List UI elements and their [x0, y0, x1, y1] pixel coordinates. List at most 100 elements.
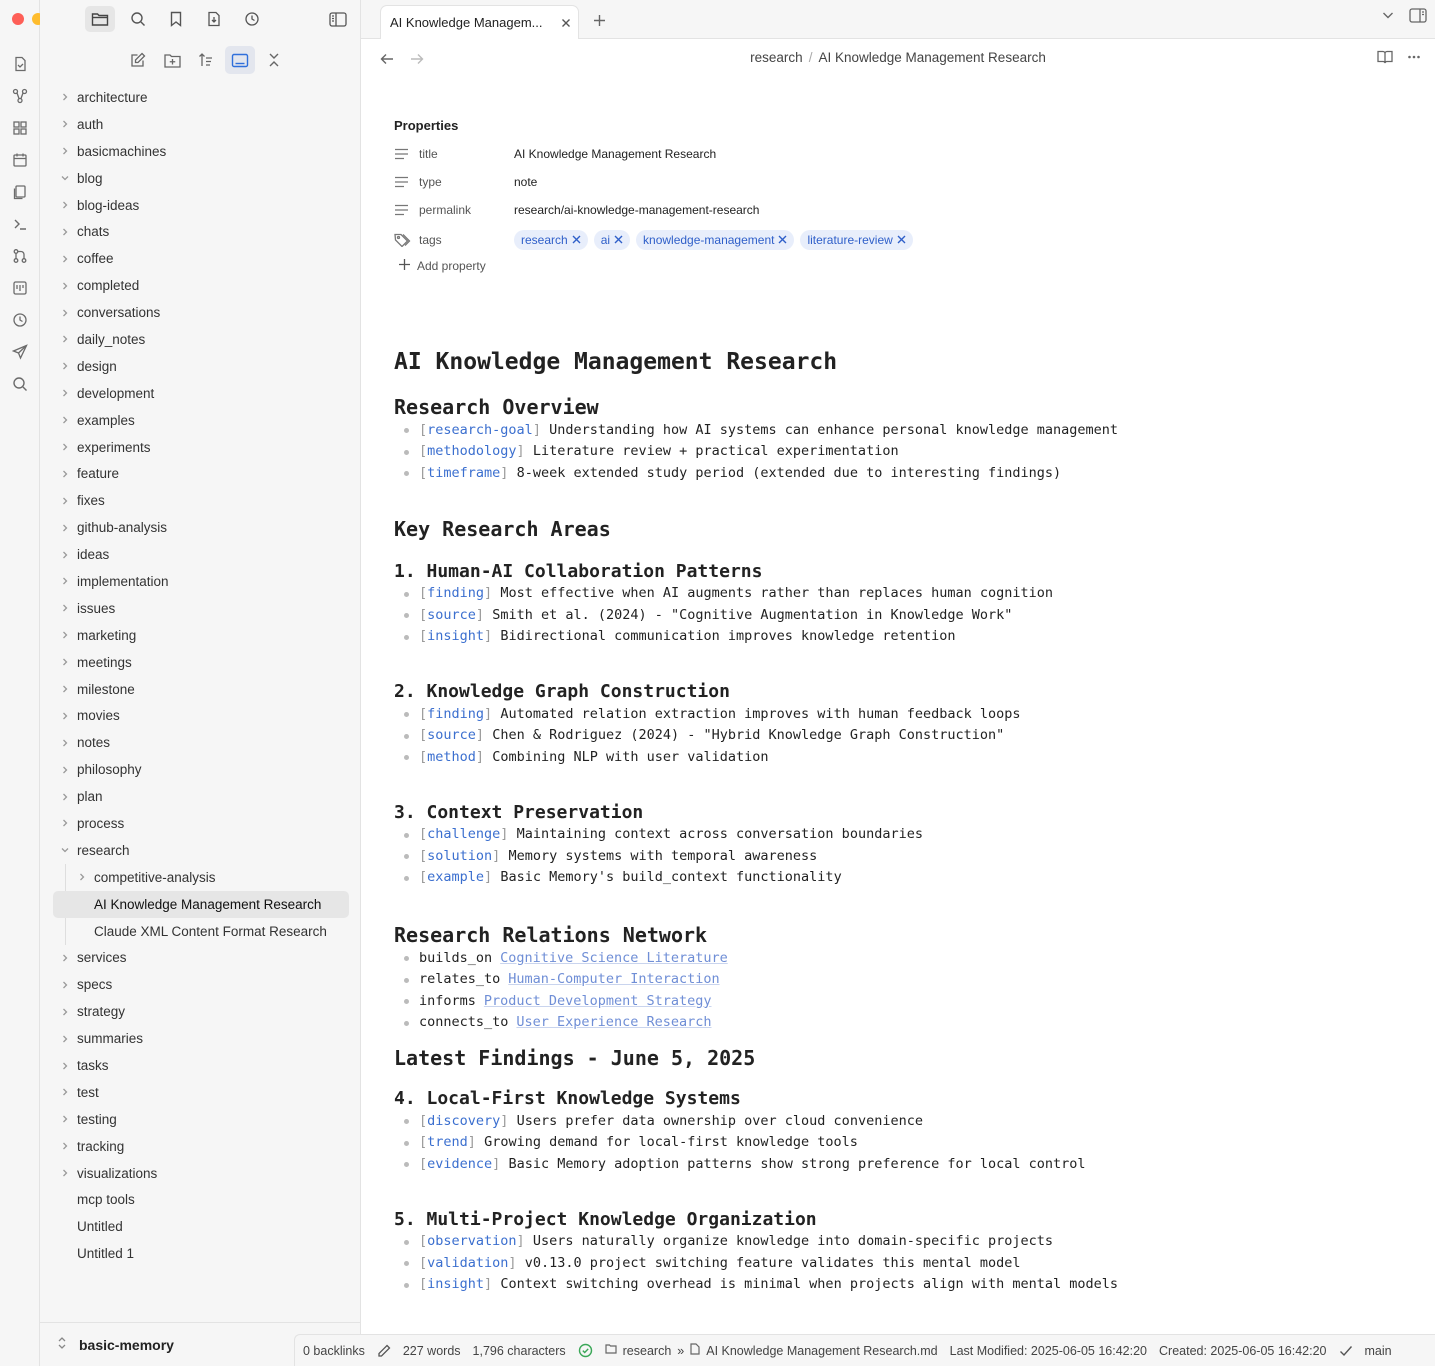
- toggle-left-sidebar-icon[interactable]: [323, 6, 353, 32]
- folder-github-analysis[interactable]: github-analysis: [53, 514, 349, 541]
- property-key[interactable]: permalink: [419, 203, 514, 217]
- canvas-icon[interactable]: [0, 112, 40, 144]
- open-quick-switcher-icon[interactable]: [0, 48, 40, 80]
- tag-pill[interactable]: ai: [593, 229, 631, 250]
- wiki-link[interactable]: Cognitive Science Literature: [500, 950, 728, 966]
- new-note-icon[interactable]: [123, 46, 153, 74]
- kanban-icon[interactable]: [0, 272, 40, 304]
- search-icon[interactable]: [0, 368, 40, 400]
- folder-movies[interactable]: movies: [53, 702, 349, 729]
- editing-mode-pencil-icon[interactable]: [377, 1344, 391, 1358]
- remove-tag-close-icon[interactable]: [778, 233, 787, 247]
- breadcrumb-folder[interactable]: research: [750, 50, 803, 65]
- folder-summaries[interactable]: summaries: [53, 1025, 349, 1052]
- folder-blog[interactable]: blog: [53, 165, 349, 192]
- new-tab-plus-icon[interactable]: [587, 8, 611, 32]
- folder-tasks[interactable]: tasks: [53, 1052, 349, 1079]
- auto-reveal-icon[interactable]: [225, 46, 255, 74]
- folder-marketing[interactable]: marketing: [53, 622, 349, 649]
- folder-tracking[interactable]: tracking: [53, 1133, 349, 1160]
- folder-design[interactable]: design: [53, 353, 349, 380]
- git-branch-name[interactable]: main: [1365, 1344, 1392, 1358]
- properties-heading[interactable]: Properties: [394, 118, 1404, 133]
- sort-order-icon[interactable]: [191, 46, 221, 74]
- graph-view-icon[interactable]: [0, 80, 40, 112]
- git-checkmark-icon[interactable]: [1339, 1345, 1353, 1357]
- folder-process[interactable]: process: [53, 810, 349, 837]
- backlinks-count[interactable]: 0 backlinks: [303, 1344, 365, 1358]
- folder-specs[interactable]: specs: [53, 971, 349, 998]
- file-untitled[interactable]: Untitled: [53, 1213, 349, 1240]
- folder-experiments[interactable]: experiments: [53, 434, 349, 461]
- send-icon[interactable]: [0, 336, 40, 368]
- remove-tag-close-icon[interactable]: [897, 233, 906, 247]
- recent-files-tab-icon[interactable]: [237, 6, 267, 32]
- close-icon[interactable]: [554, 18, 578, 28]
- folder-development[interactable]: development: [53, 380, 349, 407]
- remove-tag-close-icon[interactable]: [614, 233, 623, 247]
- folder-conversations[interactable]: conversations: [53, 299, 349, 326]
- folder-coffee[interactable]: coffee: [53, 245, 349, 272]
- calendar-icon[interactable]: [0, 144, 40, 176]
- folder-plan[interactable]: plan: [53, 783, 349, 810]
- folder-testing[interactable]: testing: [53, 1106, 349, 1133]
- folder-test[interactable]: test: [53, 1079, 349, 1106]
- property-value[interactable]: AI Knowledge Management Research: [514, 147, 716, 161]
- toggle-right-sidebar-icon[interactable]: [1409, 8, 1427, 28]
- tag-pill[interactable]: research: [514, 229, 588, 250]
- folder-competitive-analysis[interactable]: competitive-analysis: [53, 864, 349, 891]
- terminal-icon[interactable]: [0, 208, 40, 240]
- more-options-icon[interactable]: [1407, 50, 1421, 69]
- note-body[interactable]: AI Knowledge Management Research Researc…: [394, 345, 1404, 1295]
- property-key[interactable]: tags: [419, 233, 514, 247]
- folder-fixes[interactable]: fixes: [53, 487, 349, 514]
- tag-pill[interactable]: knowledge-management: [636, 229, 795, 250]
- templates-icon[interactable]: [0, 176, 40, 208]
- file-ai-knowledge-management-research[interactable]: AI Knowledge Management Research: [53, 890, 349, 918]
- folder-implementation[interactable]: implementation: [53, 568, 349, 595]
- folder-feature[interactable]: feature: [53, 460, 349, 487]
- git-branch-icon[interactable]: [0, 240, 40, 272]
- tab-list-chevron-down-icon[interactable]: [1381, 8, 1395, 28]
- sync-status-check-icon[interactable]: [578, 1343, 593, 1358]
- folder-auth[interactable]: auth: [53, 111, 349, 138]
- file-untitled-1[interactable]: Untitled 1: [53, 1240, 349, 1267]
- folder-notes[interactable]: notes: [53, 729, 349, 756]
- property-key[interactable]: type: [419, 175, 514, 189]
- property-value[interactable]: research/ai-knowledge-management-researc…: [514, 203, 759, 217]
- breadcrumb-note-title[interactable]: AI Knowledge Management Research: [818, 50, 1045, 65]
- folder-milestone[interactable]: milestone: [53, 676, 349, 703]
- folder-research[interactable]: research: [53, 837, 349, 864]
- folder-chats[interactable]: chats: [53, 218, 349, 245]
- folder-visualizations[interactable]: visualizations: [53, 1160, 349, 1187]
- wiki-link[interactable]: Product Development Strategy: [484, 993, 712, 1009]
- folder-philosophy[interactable]: philosophy: [53, 756, 349, 783]
- file-claude-xml-content-format-research[interactable]: Claude XML Content Format Research: [53, 918, 349, 945]
- folder-issues[interactable]: issues: [53, 595, 349, 622]
- collapse-all-icon[interactable]: [259, 46, 289, 74]
- bookmarks-tab-icon[interactable]: [161, 6, 191, 32]
- folder-examples[interactable]: examples: [53, 407, 349, 434]
- folder-blog-ideas[interactable]: blog-ideas: [53, 192, 349, 219]
- wiki-link[interactable]: User Experience Research: [516, 1014, 711, 1030]
- new-folder-icon[interactable]: [157, 46, 187, 74]
- property-value[interactable]: note: [514, 175, 537, 189]
- folder-services[interactable]: services: [53, 945, 349, 972]
- close-window-button[interactable]: [12, 13, 24, 25]
- folder-meetings[interactable]: meetings: [53, 649, 349, 676]
- folder-completed[interactable]: completed: [53, 272, 349, 299]
- tag-pill[interactable]: literature-review: [800, 229, 913, 250]
- folder-daily_notes[interactable]: daily_notes: [53, 326, 349, 353]
- folder-ideas[interactable]: ideas: [53, 541, 349, 568]
- folder-architecture[interactable]: architecture: [53, 84, 349, 111]
- folder-strategy[interactable]: strategy: [53, 998, 349, 1025]
- remove-tag-close-icon[interactable]: [572, 233, 581, 247]
- reading-view-book-icon[interactable]: [1377, 50, 1393, 69]
- file-mcp-tools[interactable]: mcp tools: [53, 1187, 349, 1214]
- folder-basicmachines[interactable]: basicmachines: [53, 138, 349, 165]
- add-property-button[interactable]: Add property: [394, 258, 1404, 274]
- search-tab-icon[interactable]: [123, 6, 153, 32]
- files-tab-folder-icon[interactable]: [85, 6, 115, 32]
- file-export-tab-icon[interactable]: [199, 6, 229, 32]
- file-path[interactable]: research » AI Knowledge Management Resea…: [605, 1343, 938, 1358]
